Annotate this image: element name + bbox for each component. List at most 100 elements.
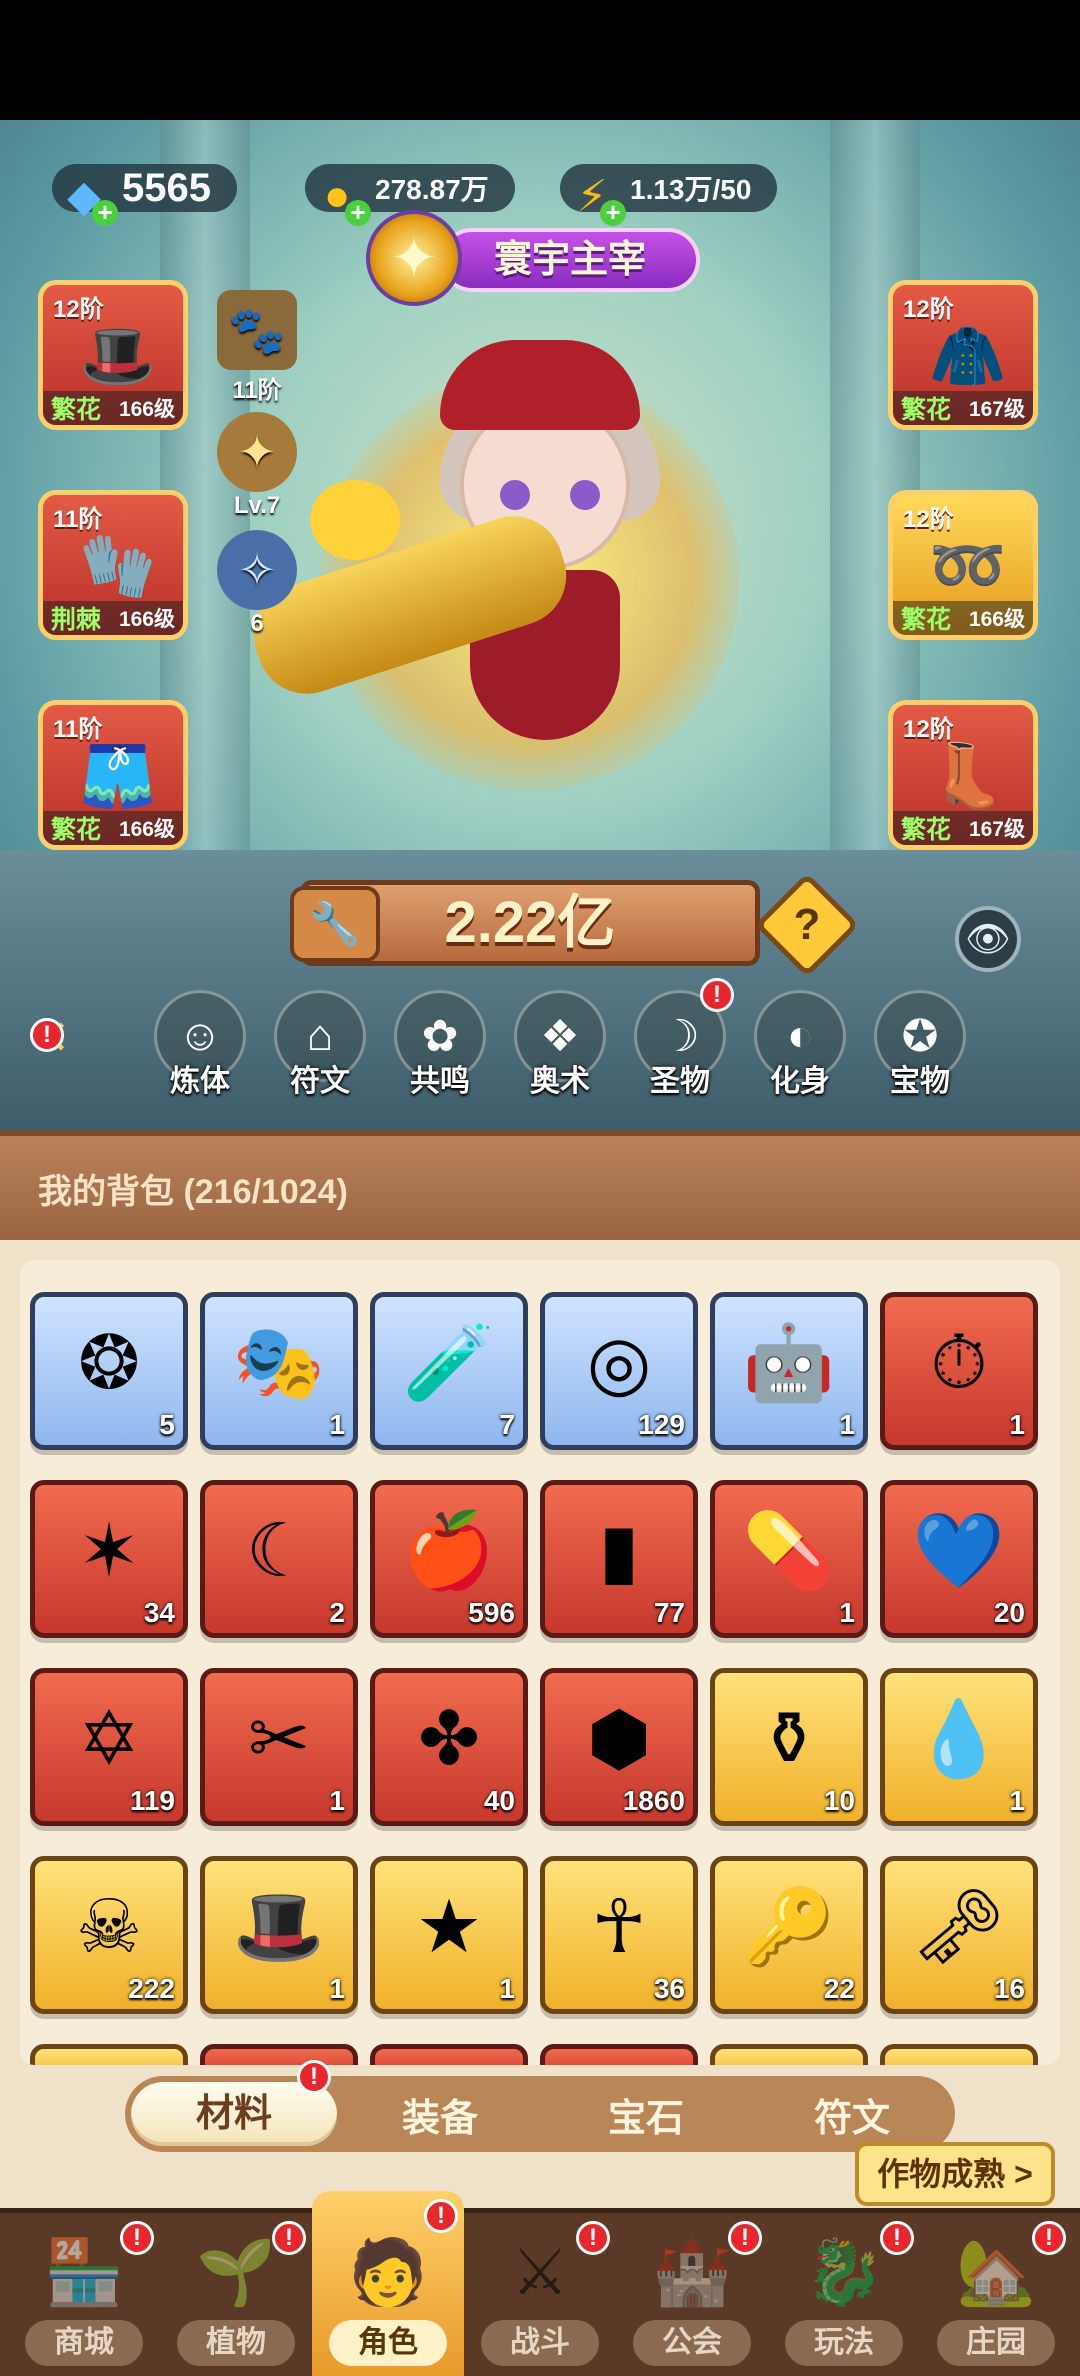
bag-item[interactable]: ⏱ 1 [880, 1292, 1038, 1450]
bag-item[interactable]: 🎩 1 [200, 1856, 358, 2014]
upgrade-wrench-icon[interactable]: 🔧 [290, 886, 380, 962]
item-count: 5 [159, 1409, 175, 1440]
item-count: 596 [468, 1597, 515, 1628]
gold-currency[interactable]: ● + 278.87万 [305, 158, 515, 226]
func-treasure[interactable]: ✪ 宝物 [870, 990, 970, 1110]
nav-manor[interactable]: 🏡 庄园 ! [920, 2213, 1072, 2376]
bag-item[interactable]: 🔑 22 [710, 1856, 868, 2014]
nav-label: 植物 [177, 2320, 295, 2366]
add-energy-plus-icon[interactable]: + [600, 199, 626, 226]
func-rune[interactable]: ⌂ 符文 [270, 990, 370, 1110]
nav-shop[interactable]: 🏪 商城 ! [8, 2213, 160, 2376]
nav-label: 庄园 [937, 2320, 1055, 2366]
bag-item[interactable]: ⚱ 10 [710, 1668, 868, 1826]
boots-icon: 👢 [929, 741, 1007, 811]
bag-item-partial[interactable] [30, 2044, 188, 2065]
bag-item[interactable]: ✡ 119 [30, 1668, 188, 1826]
func-label: 奥术 [530, 1065, 590, 1098]
level-stat[interactable]: ✦ Lv.7 [212, 412, 302, 520]
bag-item[interactable]: 🗝 16 [880, 1856, 1038, 2014]
nav-gameplay[interactable]: 🐉 玩法 ! [768, 2213, 920, 2376]
bag-item[interactable]: 💙 20 [880, 1480, 1038, 1638]
tab-materials[interactable]: 材料 ! [131, 2060, 337, 2146]
bag-item[interactable]: ☥ 36 [540, 1856, 698, 2014]
alert-badge: ! [728, 2221, 762, 2255]
magic-hat-icon: 🎩 [232, 1884, 326, 1968]
bag-item[interactable]: 🧪 7 [370, 1292, 528, 1450]
bag-item-partial[interactable] [200, 2044, 358, 2065]
bag-item[interactable]: ⬢ 1860 [540, 1668, 698, 1826]
equip-slot-body[interactable]: 12阶 🧥 繁花 167级 [888, 280, 1038, 430]
nav-plants[interactable]: 🌱 植物 ! [160, 2213, 312, 2376]
add-gold-plus-icon[interactable]: + [345, 199, 371, 226]
settings-wrench-button[interactable]: ✕ ! [30, 1010, 100, 1080]
func-resonance[interactable]: ✿ 共鸣 [390, 990, 490, 1110]
bag-item[interactable]: ◎ 129 [540, 1292, 698, 1450]
bag-item[interactable]: 🍎 596 [370, 1480, 528, 1638]
bag-item[interactable]: 🤖 1 [710, 1292, 868, 1450]
bag-item[interactable]: ✂ 1 [200, 1668, 358, 1826]
func-avatar[interactable]: ◐ 化身 [750, 990, 850, 1110]
tab-gems[interactable]: 宝石 [543, 2087, 749, 2142]
hide-ui-eye-icon[interactable]: 👁 [955, 906, 1021, 972]
mask-icon: 🎭 [232, 1320, 326, 1404]
tab-equipment[interactable]: 装备 [337, 2087, 543, 2142]
bag-item[interactable]: 🎭 1 [200, 1292, 358, 1450]
status-bar-area [0, 0, 1080, 120]
tab-label: 符文 [813, 2097, 890, 2140]
character-portrait[interactable] [240, 280, 800, 840]
bag-title: 我的背包 (216/1024) [38, 1173, 348, 1211]
hat-icon: 🎩 [79, 321, 157, 391]
nav-character[interactable]: 🧑 角色 ! [312, 2191, 464, 2376]
crop-ready-button[interactable]: 作物成熟 > [855, 2142, 1055, 2206]
slot-level: 167级 [968, 818, 1025, 841]
bag-item-partial[interactable] [370, 2044, 528, 2065]
bag-scroll-area[interactable]: ❂ 5 🎭 1 🧪 7 ◎ 129 🤖 1 ⏱ 1 ✶ 34 ☾ 2 🍎 596 ▮ 77 💊 1 💙 20 ✡ 119 ✂ 1 ✤ 40… [20, 1260, 1060, 2065]
bag-item[interactable]: ▮ 77 [540, 1480, 698, 1638]
spirit-stat[interactable]: ✧ 6 [212, 530, 302, 638]
scissors-icon: ✂ [247, 1697, 310, 1780]
energy-pill: ⚡ + 1.13万/50 [560, 164, 778, 226]
equip-slot-hands[interactable]: 11阶 🧤 荆棘 166级 [38, 490, 188, 640]
bag-item[interactable]: ★ 1 [370, 1856, 528, 2014]
bag-item[interactable]: ❂ 5 [30, 1292, 188, 1450]
tab-label: 宝石 [607, 2097, 684, 2140]
item-count: 1 [329, 1973, 345, 2004]
slot-quality: 繁花 [51, 396, 102, 424]
func-arcane[interactable]: ❖ 奥术 [510, 990, 610, 1110]
bag-item-partial[interactable] [540, 2044, 698, 2065]
slot-level: 166级 [968, 608, 1025, 631]
ruby-key-icon: 🔑 [742, 1884, 836, 1968]
bag-item[interactable]: ✶ 34 [30, 1480, 188, 1638]
gem-currency[interactable]: ◆ + 5565 [52, 158, 237, 226]
bag-item-partial[interactable] [880, 2044, 1038, 2065]
bag-item-partial[interactable] [710, 2044, 868, 2065]
nav-guild[interactable]: 🏰 公会 ! [616, 2213, 768, 2376]
bag-item[interactable]: ✤ 40 [370, 1668, 528, 1826]
tier-stat[interactable]: 🐾 11阶 [212, 290, 302, 405]
tab-runes[interactable]: 符文 [749, 2087, 955, 2142]
bag-item[interactable]: ☠ 222 [30, 1856, 188, 2014]
clock-card-icon: ⏱ [930, 1320, 988, 1404]
item-count: 36 [653, 1973, 685, 2004]
func-label: 炼体 [170, 1065, 230, 1098]
apple-potion-icon: 🍎 [402, 1508, 496, 1592]
equip-slot-feet[interactable]: 12阶 👢 繁花 167级 [888, 700, 1038, 850]
question-icon: ? [793, 900, 821, 949]
item-count: 1 [329, 1409, 345, 1440]
nav-battle[interactable]: ⚔ 战斗 ! [464, 2213, 616, 2376]
func-relic[interactable]: ☽ 圣物 ! [630, 978, 734, 1110]
gold-key-icon: 🗝 [912, 1884, 1006, 1968]
bag-item[interactable]: ☾ 2 [200, 1480, 358, 1638]
equip-slot-waist[interactable]: 12阶 ➿ 繁花 166级 [888, 490, 1038, 640]
tab-label: 装备 [401, 2097, 478, 2140]
crystal-star-icon: ✶ [77, 1509, 140, 1592]
alert-badge: ! [297, 2060, 331, 2094]
add-gem-plus-icon[interactable]: + [92, 199, 118, 226]
bag-item[interactable]: 💊 1 [710, 1480, 868, 1638]
func-body-refine[interactable]: ☺ 炼体 [150, 990, 250, 1110]
bag-item[interactable]: 💧 1 [880, 1668, 1038, 1826]
energy-currency[interactable]: ⚡ + 1.13万/50 [560, 158, 778, 226]
equip-slot-head[interactable]: 12阶 🎩 繁花 166级 [38, 280, 188, 430]
equip-slot-legs[interactable]: 11阶 🩳 繁花 166级 [38, 700, 188, 850]
